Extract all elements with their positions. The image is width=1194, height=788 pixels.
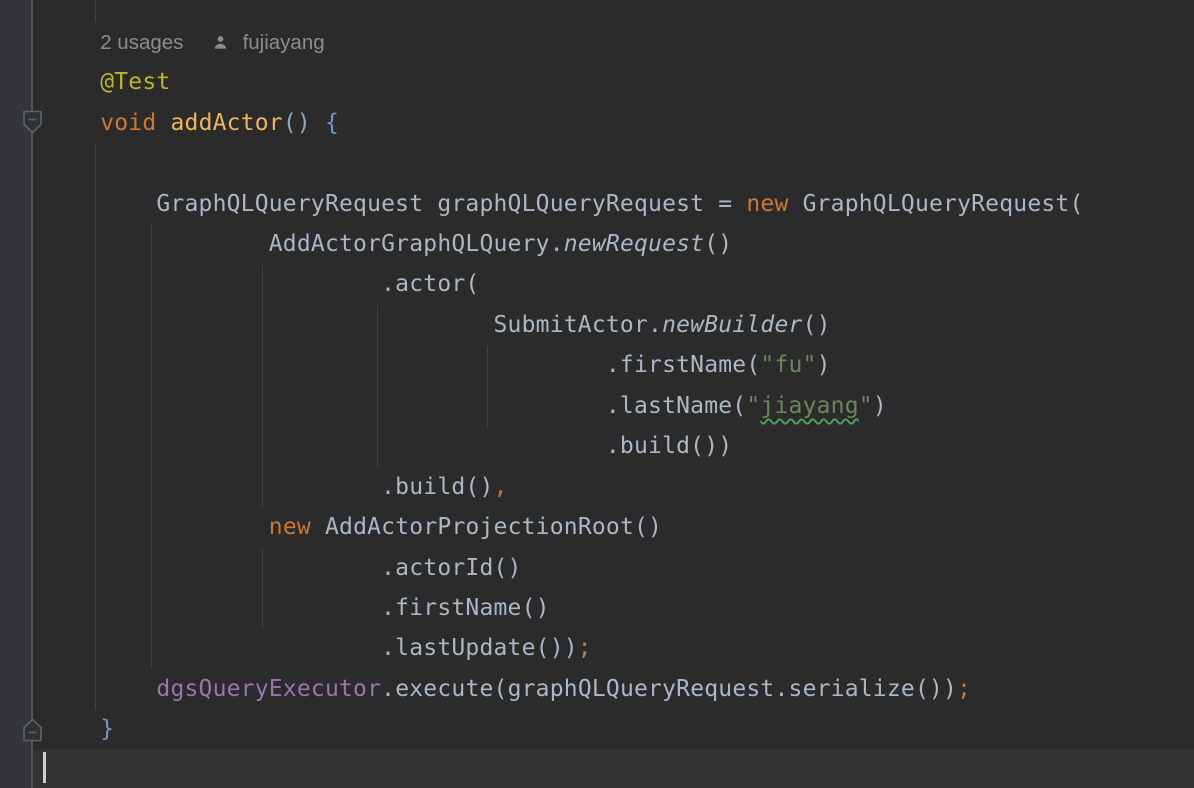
code-token: () (803, 312, 831, 338)
code-token: .lastUpdate()) (44, 635, 578, 661)
person-icon (212, 24, 229, 64)
text-caret (43, 752, 46, 783)
code-token: dgsQueryExecutor (156, 676, 381, 702)
code-token: .actorId() (44, 555, 522, 581)
code-token: () (283, 110, 311, 136)
code-token: AddActorProjectionRoot() (311, 514, 662, 540)
code-token (183, 29, 211, 55)
code-line[interactable]: dgsQueryExecutor.execute(graphQLQueryReq… (44, 669, 1194, 709)
code-token (229, 29, 243, 55)
code-token (156, 110, 170, 136)
code-token: .build()) (44, 433, 732, 459)
code-token: SubmitActor. (44, 312, 662, 338)
code-line[interactable]: GraphQLQueryRequest graphQLQueryRequest … (44, 184, 1194, 224)
code-token: jiayang (760, 393, 858, 419)
code-token: } (100, 716, 114, 742)
fold-collapse-end-icon[interactable] (22, 715, 43, 744)
code-line[interactable] (44, 143, 1194, 183)
code-token: newRequest (564, 231, 704, 257)
code-token: newBuilder (662, 312, 802, 338)
code-token: ; (957, 676, 971, 702)
code-line[interactable]: .actor( (44, 264, 1194, 304)
code-token: "fu" (760, 352, 816, 378)
code-line[interactable]: .lastUpdate()); (44, 628, 1194, 668)
code-token: ) (873, 393, 887, 419)
code-token: .execute(graphQLQueryRequest.serialize()… (381, 676, 957, 702)
code-line[interactable]: AddActorGraphQLQuery.newRequest() (44, 224, 1194, 264)
code-token: .build() (44, 474, 494, 500)
code-token: " (859, 393, 873, 419)
code-editor[interactable]: 2 usages fujiayang @Test void addActor()… (0, 0, 1194, 788)
code-line[interactable]: void addActor() { (44, 103, 1194, 143)
code-line[interactable]: .lastName("jiayang") (44, 386, 1194, 426)
author-inlay-hint[interactable]: fujiayang (243, 31, 325, 54)
code-line[interactable]: new AddActorProjectionRoot() (44, 507, 1194, 547)
usages-inlay-hint[interactable]: 2 usages (100, 31, 183, 54)
code-token (44, 716, 100, 742)
caret-line[interactable] (44, 750, 1194, 788)
code-token (311, 110, 325, 136)
code-line[interactable]: SubmitActor.newBuilder() (44, 305, 1194, 345)
code-token: () (704, 231, 732, 257)
code-token (44, 110, 100, 136)
code-token: AddActorGraphQLQuery. (44, 231, 564, 257)
code-line[interactable]: .build(), (44, 467, 1194, 507)
code-token: , (494, 474, 508, 500)
code-token: { (325, 110, 339, 136)
code-token: ; (578, 635, 592, 661)
code-token: @Test (100, 69, 170, 95)
fold-collapse-start-icon[interactable] (22, 109, 43, 138)
partial-line[interactable] (44, 0, 1194, 22)
code-token: .actor( (44, 271, 479, 297)
inlay-hints-line[interactable]: 2 usages fujiayang (44, 22, 1194, 62)
code-token: new (746, 191, 788, 217)
code-area[interactable]: 2 usages fujiayang @Test void addActor()… (44, 0, 1194, 788)
code-token: " (746, 393, 760, 419)
code-token: GraphQLQueryRequest graphQLQueryRequest … (44, 191, 746, 217)
code-line[interactable]: .build()) (44, 426, 1194, 466)
code-token: GraphQLQueryRequest( (789, 191, 1084, 217)
code-token: .firstName( (44, 352, 760, 378)
code-line[interactable]: .firstName() (44, 588, 1194, 628)
code-token: void (100, 110, 156, 136)
code-token (44, 676, 156, 702)
code-token (44, 29, 100, 55)
code-line[interactable]: } (44, 709, 1194, 749)
code-token: addActor (170, 110, 282, 136)
code-token: .lastName( (44, 393, 746, 419)
code-line[interactable]: .actorId() (44, 548, 1194, 588)
code-token (44, 69, 100, 95)
code-token: ) (817, 352, 831, 378)
code-token: .firstName() (44, 595, 550, 621)
code-line[interactable]: @Test (44, 62, 1194, 102)
code-token (44, 514, 269, 540)
code-line[interactable]: .firstName("fu") (44, 345, 1194, 385)
code-token: new (269, 514, 311, 540)
